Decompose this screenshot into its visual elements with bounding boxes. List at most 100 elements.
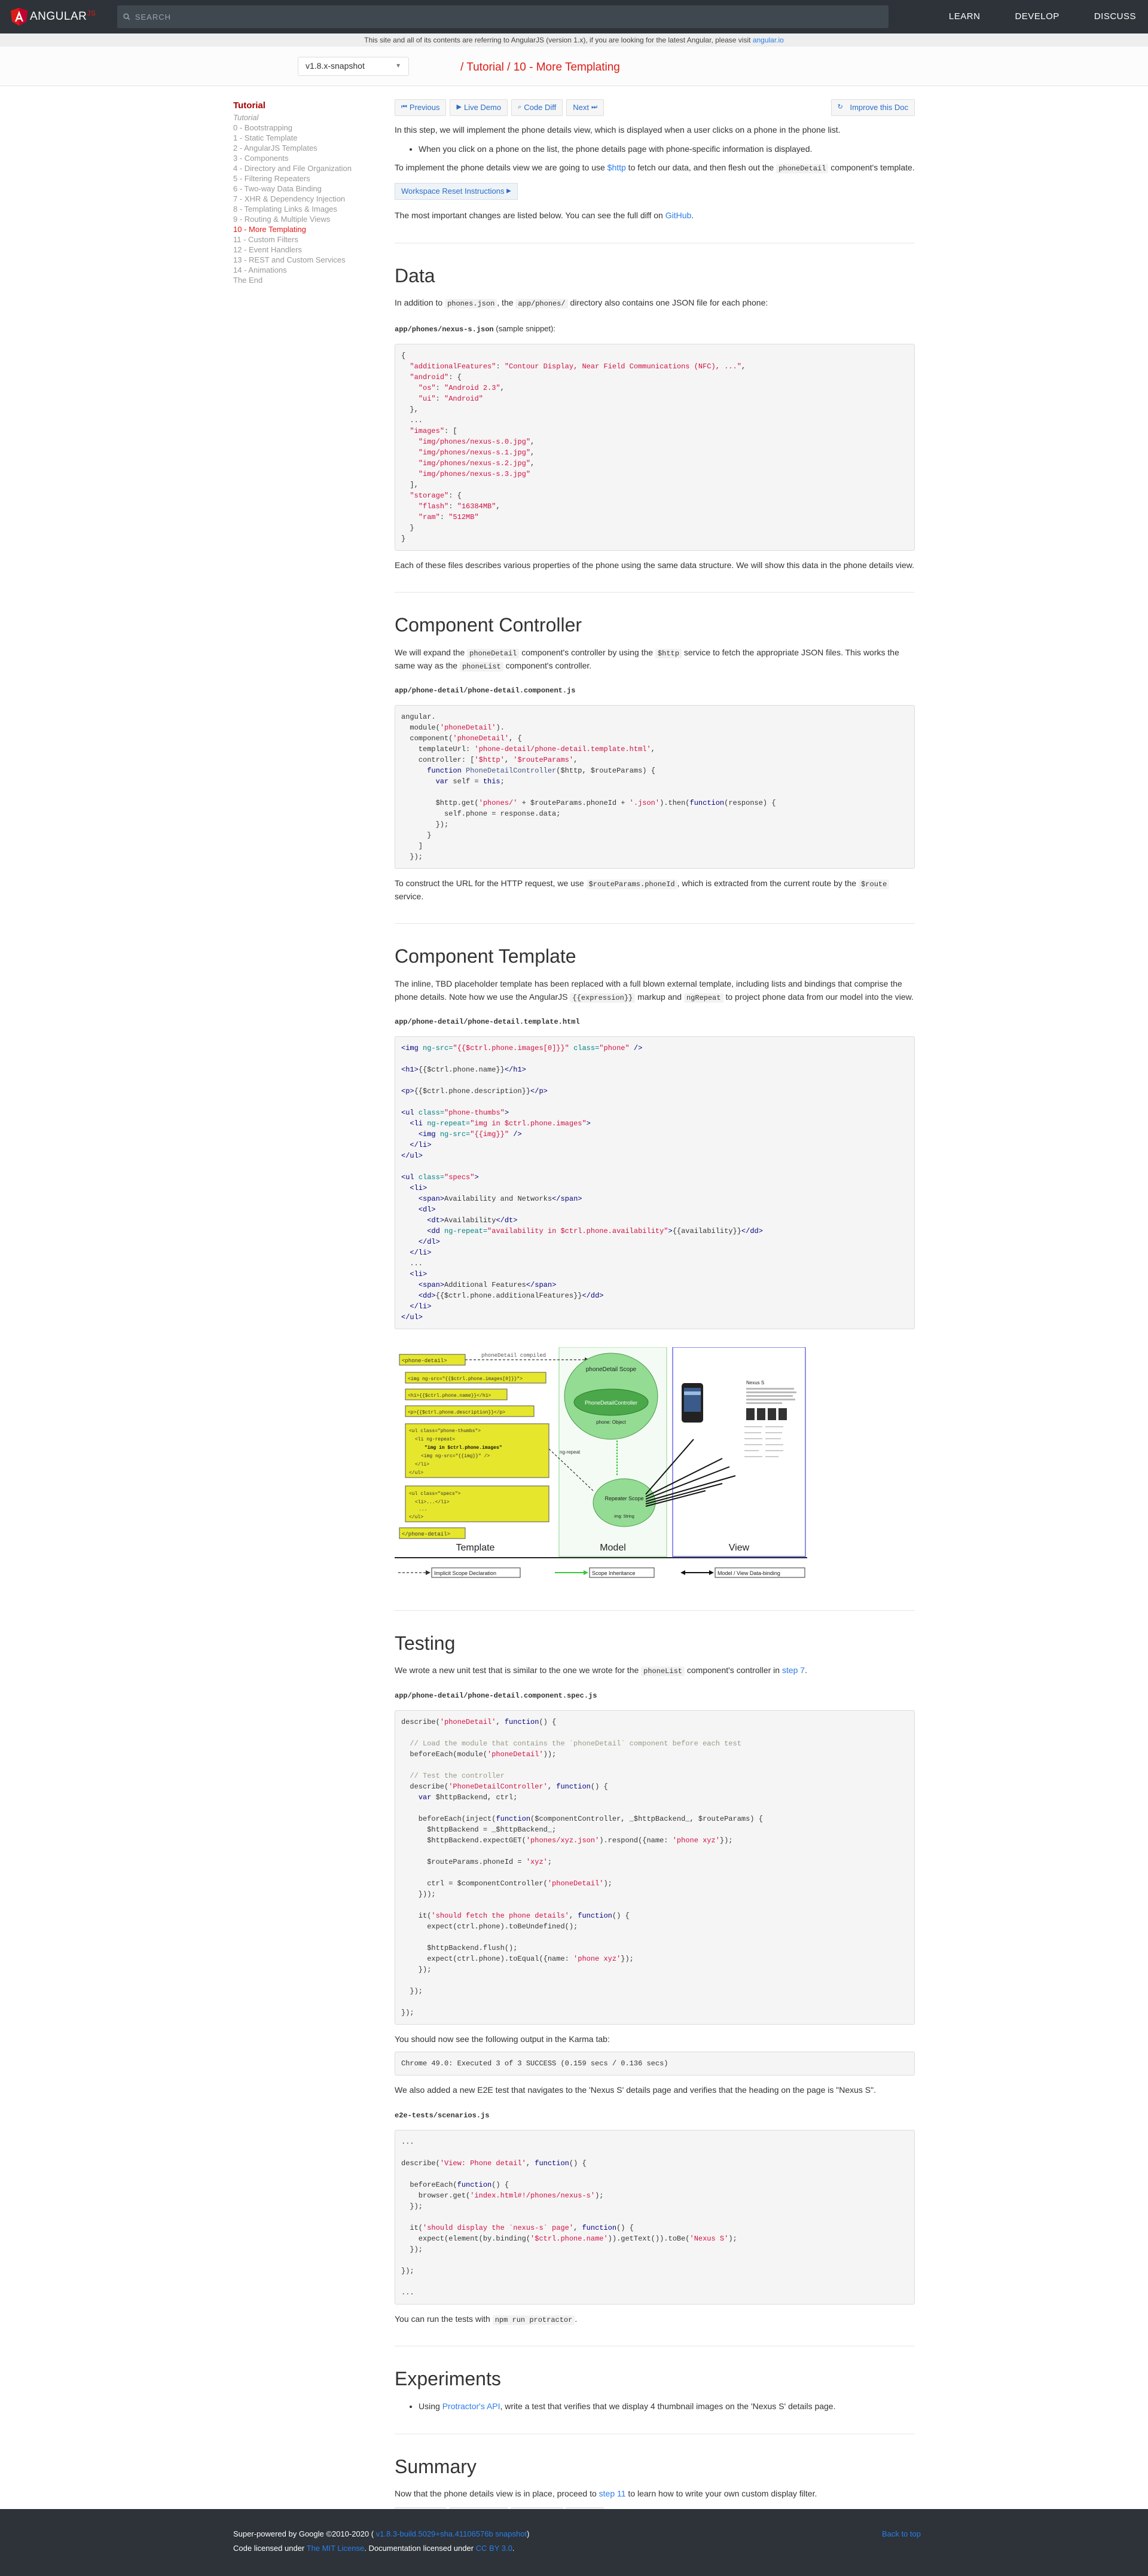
sidebar-item[interactable]: 5 - Filtering Repeaters xyxy=(233,173,377,184)
text-span: . xyxy=(805,1665,807,1675)
testing-paragraph: We wrote a new unit test that is similar… xyxy=(395,1664,915,1677)
code-block-template-html[interactable]: <img ng-src="{{$ctrl.phone.images[0]}}" … xyxy=(395,1036,915,1329)
next-button[interactable]: Next⏭ xyxy=(566,99,604,116)
step-11-link[interactable]: step 11 xyxy=(599,2489,626,2498)
step-nav-top: ⏮ Previous ▶ Live Demo ⌕ Code Diff Next ⏭ ↻ … xyxy=(395,99,915,117)
code-block-spec-js[interactable]: describe('phoneDetail', function() { // … xyxy=(395,1710,915,2025)
version-select[interactable]: v1.8.x-snapshot ▼ xyxy=(298,57,409,76)
improve-doc-button[interactable]: ↻ Improve this Doc xyxy=(831,99,915,116)
search-input[interactable] xyxy=(133,11,889,22)
version-select-value: v1.8.x-snapshot xyxy=(306,61,365,71)
cc-license-link[interactable]: CC BY 3.0 xyxy=(476,2544,512,2553)
section-divider xyxy=(395,592,915,593)
li-repeat-text: <li ng-repeat= xyxy=(415,1437,455,1442)
http-link[interactable]: $http xyxy=(607,163,626,172)
text-span: Now that the phone details view is in pl… xyxy=(395,2489,599,2499)
inline-code: phoneList xyxy=(459,661,503,672)
angular-shield-icon xyxy=(11,8,28,26)
inline-code: $route xyxy=(859,879,890,889)
workspace-reset-button[interactable]: Workspace Reset Instructions ▶ xyxy=(395,183,518,200)
text-span: We wrote a new unit test that is similar… xyxy=(395,1665,642,1675)
view-column xyxy=(672,1347,806,1557)
code-diff-label: Code Diff xyxy=(524,102,557,112)
controller-paragraph: We will expand the phoneDetail component… xyxy=(395,646,915,672)
nav-discuss[interactable]: DISCUSS xyxy=(1094,10,1136,23)
testing-heading: Testing xyxy=(395,1632,456,1654)
legend-inherit: Scope Inheritance xyxy=(592,1570,636,1576)
data-paragraph: In addition to phones.json, the app/phon… xyxy=(395,297,915,310)
nav-learn[interactable]: LEARN xyxy=(949,10,981,23)
sidebar-item[interactable]: The End xyxy=(233,275,377,285)
back-to-top-link[interactable]: Back to top xyxy=(882,2528,921,2540)
inline-code: {{expression}} xyxy=(570,993,636,1003)
sidebar-item[interactable]: 10 - More Templating xyxy=(233,224,377,234)
sidebar-item[interactable]: 8 - Templating Links & Images xyxy=(233,204,377,214)
text-span: , the xyxy=(497,298,516,308)
intro-paragraph-1: In this step, we will implement the phon… xyxy=(395,125,841,135)
code-diff-button[interactable]: ⌕Code Diff xyxy=(511,99,563,116)
protractor-api-link[interactable]: Protractor's API xyxy=(442,2401,500,2411)
code-block-component-js[interactable]: angular. module('phoneDetail'). componen… xyxy=(395,704,915,869)
angular-io-link[interactable]: angular.io xyxy=(753,36,784,44)
previous-button[interactable]: ⏮Previous xyxy=(395,99,447,116)
sidebar-item[interactable]: 12 - Event Handlers xyxy=(233,245,377,255)
version-warning-bar: This site and all of its contents are re… xyxy=(0,33,1148,47)
specs-li-text: <li>...</li> xyxy=(415,1500,450,1505)
text-span: , write a test that verifies that we dis… xyxy=(500,2401,836,2411)
brand-name: ANGULAR xyxy=(30,10,87,23)
tutorial-sidebar: Tutorial Tutorial 0 - Bootstrapping 1 - St… xyxy=(233,99,377,285)
inline-code: npm run protractor xyxy=(492,2315,575,2325)
text-span: component's controller by using the xyxy=(519,647,655,657)
inline-code: phoneDetail xyxy=(776,164,829,174)
angularjs-logo[interactable]: ANGULARJS xyxy=(11,8,112,26)
live-demo-label: Live Demo xyxy=(463,102,502,112)
sidebar-item[interactable]: 13 - REST and Custom Services xyxy=(233,255,377,265)
breadcrumb-current[interactable]: / 10 - More Templating xyxy=(507,61,620,74)
sidebar-item[interactable]: 11 - Custom Filters xyxy=(233,234,377,245)
col-template-title: Template xyxy=(456,1543,495,1553)
sidebar-item[interactable]: 9 - Routing & Multiple Views xyxy=(233,214,377,224)
sidebar-title[interactable]: Tutorial xyxy=(233,99,377,112)
breadcrumb-tutorial[interactable]: / Tutorial xyxy=(460,61,504,74)
live-demo-button[interactable]: ▶Live Demo xyxy=(450,99,508,116)
sidebar-item[interactable]: 7 - XHR & Dependency Injection xyxy=(233,194,377,204)
text-span: , which is extracted from the current ro… xyxy=(677,878,859,888)
col-model-title: Model xyxy=(600,1543,626,1553)
sidebar-item[interactable]: Tutorial xyxy=(233,112,377,123)
sidebar-item[interactable]: 6 - Two-way Data Binding xyxy=(233,184,377,194)
footer-powered: Super-powered by Google ©2010-2020 ( v1.… xyxy=(233,2528,529,2540)
text-span: The most important changes are listed be… xyxy=(395,210,665,221)
sidebar-item[interactable]: 14 - Animations xyxy=(233,265,377,275)
mit-license-link[interactable]: The MIT License xyxy=(307,2544,365,2553)
nav-develop[interactable]: DEVELOP xyxy=(1015,10,1059,23)
footer: Super-powered by Google ©2010-2020 ( v1.… xyxy=(0,2509,1148,2576)
top-nav-links: LEARN DEVELOP DISCUSS xyxy=(914,0,1136,33)
sidebar-item[interactable]: 4 - Directory and File Organization xyxy=(233,163,377,173)
sidebar-item[interactable]: 1 - Static Template xyxy=(233,133,377,143)
text-span: In addition to xyxy=(395,298,445,308)
search-box[interactable] xyxy=(117,5,889,28)
text-span: . Documentation licensed under xyxy=(364,2544,476,2553)
scope-label: phoneDetail Scope xyxy=(586,1366,637,1373)
step-7-link[interactable]: step 7 xyxy=(782,1665,805,1675)
text-span: . xyxy=(575,2313,578,2324)
text-span: You can run the tests with xyxy=(395,2313,493,2324)
build-version-link[interactable]: v1.8.3-build.5029+sha.41106576b snapshot xyxy=(376,2529,527,2538)
code-block-e2e-js[interactable]: ... describe('View: Phone detail', funct… xyxy=(395,2129,915,2305)
text-span: to learn how to write your own custom di… xyxy=(625,2489,817,2499)
summary-heading: Summary xyxy=(395,2455,477,2477)
search-icon xyxy=(123,13,130,20)
file-label: e2e-tests/scenarios.js xyxy=(395,2111,490,2120)
sidebar-item[interactable]: 3 - Components xyxy=(233,153,377,163)
code-block-nexus-json[interactable]: { "additionalFeatures": "Contour Display… xyxy=(395,343,915,551)
github-link[interactable]: GitHub xyxy=(665,210,692,220)
text-span: to fetch our data, and then flesh out th… xyxy=(625,163,777,173)
sidebar-item[interactable]: 2 - AngularJS Templates xyxy=(233,143,377,153)
karma-output[interactable]: Chrome 49.0: Executed 3 of 3 SUCCESS (0.… xyxy=(395,2052,915,2076)
workspace-reset-label: Workspace Reset Instructions xyxy=(401,186,505,196)
text-span: We will expand the xyxy=(395,647,468,657)
experiments-list: Using Protractor's API, write a test tha… xyxy=(395,2400,915,2413)
run-tests-paragraph: You can run the tests with npm run protr… xyxy=(395,2313,915,2326)
sidebar-item[interactable]: 0 - Bootstrapping xyxy=(233,123,377,133)
section-divider xyxy=(395,1610,915,1611)
